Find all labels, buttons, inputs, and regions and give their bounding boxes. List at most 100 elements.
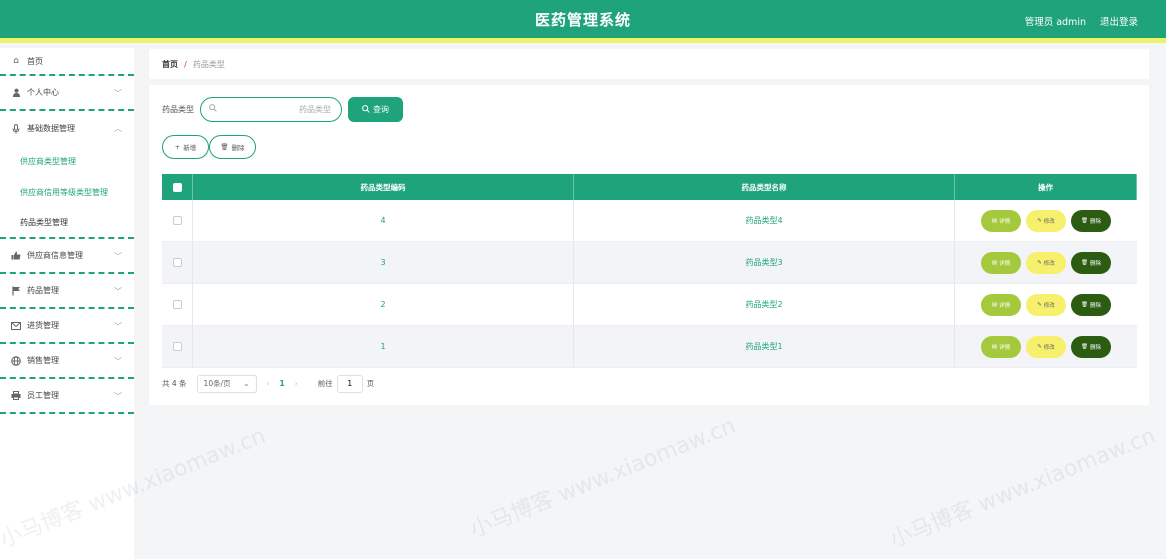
page-size-select[interactable]: 10条/页 ⌄ — [196, 374, 257, 393]
doc-icon: ▤ — [991, 217, 998, 224]
thumb-icon — [10, 251, 22, 260]
cell-name: 药品类型1 — [574, 326, 955, 368]
printer-icon — [10, 391, 22, 400]
main-content: 药品类型 查询 + 新增 🗑 删除 药品类型编码 — [149, 85, 1149, 405]
detail-button[interactable]: ▤ 详情 — [981, 209, 1021, 232]
select-all-checkbox[interactable] — [172, 182, 182, 192]
home-icon: ⌂ — [13, 56, 19, 66]
sidebar-subitem-credit-type[interactable]: 供应商信用等级类型管理 — [0, 177, 134, 208]
sidebar-item-staff[interactable]: 员工管理 ﹀ — [0, 379, 134, 414]
delete-button[interactable]: 🗑 删除 — [1071, 335, 1111, 358]
plus-icon: + — [174, 143, 181, 151]
doc-icon: ▤ — [991, 259, 998, 266]
sidebar-item-profile[interactable]: 个人中心 ﹀ — [0, 76, 134, 111]
column-header-ops: 操作 — [955, 174, 1137, 200]
detail-label: 详情 — [999, 344, 1011, 351]
edit-button[interactable]: ✎ 修改 — [1026, 293, 1066, 316]
detail-button[interactable]: ▤ 详情 — [981, 293, 1021, 316]
cell-code: 1 — [193, 326, 574, 368]
chevron-down-icon: ⌄ — [243, 379, 250, 388]
goto-unit: 页 — [366, 379, 375, 388]
top-header: 医药管理系统 管理员 admin 退出登录 — [0, 0, 1166, 43]
sidebar-item-label: 首页 — [27, 56, 43, 66]
sidebar-item-basic-data[interactable]: 基础数据管理 ︿ — [0, 111, 134, 146]
breadcrumb-home[interactable]: 首页 — [162, 59, 178, 70]
table-row[interactable]: 1 药品类型1 ▤ 详情 ✎ 修改 🗑 删除 — [162, 326, 1137, 368]
table-row[interactable]: 4 药品类型4 ▤ 详情 ✎ 修改 🗑 删除 — [162, 200, 1137, 242]
delete-button[interactable]: 🗑 删除 — [1071, 293, 1111, 316]
search-label: 药品类型 — [162, 105, 194, 114]
delete-button[interactable]: 🗑 删除 — [1071, 209, 1111, 232]
pagination-total: 共 4 条 — [162, 379, 187, 388]
cell-code: 2 — [193, 284, 574, 326]
edit-button[interactable]: ✎ 修改 — [1026, 335, 1066, 358]
trash-icon: 🗑 — [1081, 301, 1088, 308]
pencil-icon: ✎ — [1037, 217, 1042, 224]
chevron-down-icon: ﹀ — [114, 89, 122, 98]
detail-button[interactable]: ▤ 详情 — [981, 335, 1021, 358]
edit-button[interactable]: ✎ 修改 — [1026, 251, 1066, 274]
header-user-area: 管理员 admin 退出登录 — [1025, 14, 1138, 28]
breadcrumb: 首页 / 药品类型 — [149, 49, 1149, 79]
cell-ops: ▤ 详情 ✎ 修改 🗑 删除 — [955, 242, 1137, 284]
pencil-icon: ✎ — [1037, 259, 1042, 266]
sidebar-subitem-supplier-type[interactable]: 供应商类型管理 — [0, 146, 134, 177]
row-checkbox-cell — [162, 326, 193, 368]
watermark: 小马博客 www.xiaomaw.cn — [886, 423, 1160, 554]
add-button-label: 新增 — [183, 144, 197, 152]
query-button[interactable]: 查询 — [348, 97, 403, 122]
row-checkbox[interactable] — [172, 216, 182, 225]
column-header-code[interactable]: 药品类型编码 — [193, 174, 574, 200]
prev-page-button[interactable]: ‹ — [267, 379, 270, 388]
cell-code: 4 — [193, 200, 574, 242]
batch-delete-button[interactable]: 🗑 删除 — [209, 135, 256, 159]
sidebar-item-home[interactable]: ⌂ 首页 — [0, 48, 134, 76]
table-row[interactable]: 2 药品类型2 ▤ 详情 ✎ 修改 🗑 删除 — [162, 284, 1137, 326]
delete-label: 删除 — [1089, 344, 1101, 351]
detail-button[interactable]: ▤ 详情 — [981, 251, 1021, 274]
table-row[interactable]: 3 药品类型3 ▤ 详情 ✎ 修改 🗑 删除 — [162, 242, 1137, 284]
search-field[interactable] — [200, 97, 342, 122]
search-input[interactable] — [231, 105, 331, 114]
chevron-up-icon: ︿ — [114, 124, 122, 133]
goto-label: 前往 — [317, 379, 333, 388]
sidebar-item-label: 销售管理 — [27, 356, 59, 365]
goto-page-input[interactable] — [336, 374, 363, 393]
sidebar-subitem-drug-type[interactable]: 药品类型管理 — [0, 208, 134, 239]
chevron-down-icon: ﹀ — [114, 357, 122, 366]
detail-label: 详情 — [999, 260, 1011, 267]
sidebar-item-supplier-info[interactable]: 供应商信息管理 ﹀ — [0, 239, 134, 274]
sidebar-item-purchase[interactable]: 进货管理 ﹀ — [0, 309, 134, 344]
page-size-value: 10条/页 — [203, 379, 231, 388]
add-button[interactable]: + 新增 — [162, 135, 209, 159]
row-checkbox[interactable] — [172, 342, 182, 351]
chevron-down-icon: ﹀ — [114, 287, 122, 296]
chevron-down-icon: ﹀ — [114, 392, 122, 401]
cell-ops: ▤ 详情 ✎ 修改 🗑 删除 — [955, 284, 1137, 326]
page-number-current[interactable]: 1 — [280, 379, 285, 388]
edit-button[interactable]: ✎ 修改 — [1026, 209, 1066, 232]
sidebar-item-drug[interactable]: 药品管理 ﹀ — [0, 274, 134, 309]
app-title: 医药管理系统 — [534, 10, 631, 29]
delete-label: 删除 — [1089, 260, 1101, 267]
trash-icon: 🗑 — [220, 143, 229, 151]
pencil-icon: ✎ — [1037, 343, 1042, 350]
sidebar-item-sales[interactable]: 销售管理 ﹀ — [0, 344, 134, 379]
row-checkbox-cell — [162, 242, 193, 284]
cell-name: 药品类型3 — [574, 242, 955, 284]
watermark: 小马博客 www.xiaomaw.cn — [466, 413, 740, 544]
column-header-name[interactable]: 药品类型名称 — [574, 174, 955, 200]
cell-code: 3 — [193, 242, 574, 284]
row-checkbox[interactable] — [172, 258, 182, 267]
sidebar-item-label: 供应商信息管理 — [27, 251, 83, 260]
row-checkbox-cell — [162, 200, 193, 242]
delete-label: 删除 — [1089, 302, 1101, 309]
next-page-button[interactable]: › — [295, 379, 298, 388]
cell-ops: ▤ 详情 ✎ 修改 🗑 删除 — [955, 326, 1137, 368]
logout-link[interactable]: 退出登录 — [1100, 14, 1138, 28]
delete-button[interactable]: 🗑 删除 — [1071, 251, 1111, 274]
sidebar-item-label: 个人中心 — [27, 88, 59, 97]
drug-type-table: 药品类型编码 药品类型名称 操作 4 药品类型4 ▤ 详情 ✎ 修改 🗑 删除 3 药… — [162, 174, 1137, 368]
row-checkbox[interactable] — [172, 300, 182, 309]
trash-icon: 🗑 — [1081, 217, 1088, 224]
